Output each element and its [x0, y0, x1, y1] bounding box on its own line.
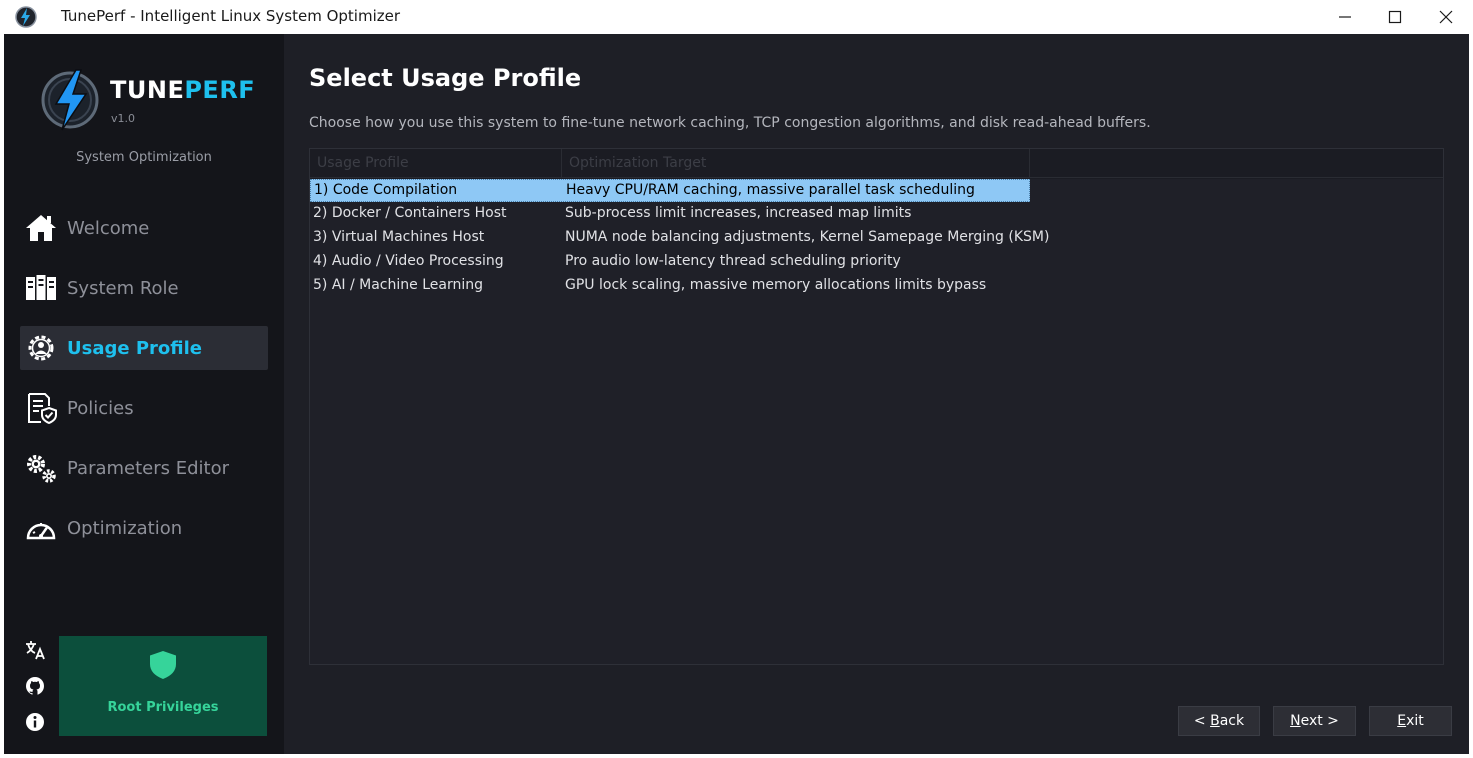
sidebar: TUNEPERF v1.0 System Optimization Welcom…: [4, 34, 284, 754]
sidebar-item-label: Optimization: [67, 517, 183, 539]
next-button[interactable]: Next >: [1273, 706, 1356, 736]
target-cell: NUMA node balancing adjustments, Kernel …: [565, 229, 1050, 245]
language-button[interactable]: [22, 637, 48, 663]
brand-name-part2: PERF: [184, 76, 256, 104]
target-cell: Heavy CPU/RAM caching, massive parallel …: [566, 182, 975, 198]
app-window: TUNEPERF v1.0 System Optimization Welcom…: [4, 34, 1469, 754]
profile-cell: 5) AI / Machine Learning: [313, 277, 483, 293]
user-gear-icon: [24, 331, 58, 365]
translate-icon: [26, 641, 45, 660]
brand-name-part1: TUNE: [110, 76, 185, 104]
exit-button[interactable]: Exit: [1369, 706, 1452, 736]
info-button[interactable]: [22, 709, 48, 735]
next-button-mnemonic: N: [1290, 713, 1301, 729]
sidebar-item-optimization[interactable]: Optimization: [20, 506, 268, 550]
sidebar-item-welcome[interactable]: Welcome: [20, 206, 268, 250]
target-cell: GPU lock scaling, massive memory allocat…: [565, 277, 987, 293]
profile-cell: 1) Code Compilation: [314, 182, 458, 198]
maximize-button[interactable]: [1370, 0, 1420, 34]
github-button[interactable]: [22, 673, 48, 699]
app-logo-icon: [14, 5, 38, 29]
sidebar-item-usage-profile[interactable]: Usage Profile: [20, 326, 268, 370]
back-button-mnemonic: B: [1210, 713, 1220, 729]
target-cell: Pro audio low-latency thread scheduling …: [565, 253, 901, 269]
profile-cell: 3) Virtual Machines Host: [313, 229, 485, 245]
gears-icon: [24, 451, 58, 485]
target-cell: Sub-process limit increases, increased m…: [565, 205, 912, 221]
sidebar-item-label: Usage Profile: [67, 337, 202, 359]
github-icon: [26, 677, 44, 695]
policy-icon: [24, 391, 58, 425]
info-icon: [26, 713, 44, 731]
sidebar-item-label: Parameters Editor: [67, 457, 230, 479]
sidebar-item-label: Welcome: [67, 217, 150, 239]
exit-button-mnemonic: E: [1397, 713, 1407, 729]
close-button[interactable]: [1421, 0, 1471, 34]
sidebar-item-policies[interactable]: Policies: [20, 386, 268, 430]
table-header: Usage Profile Optimization Target: [310, 149, 1443, 178]
sidebar-item-system-role[interactable]: System Role: [20, 266, 268, 310]
table-row[interactable]: 1) Code Compilation Heavy CPU/RAM cachin…: [310, 179, 1030, 202]
sidebar-item-parameters-editor[interactable]: Parameters Editor: [20, 446, 268, 490]
shield-icon: [149, 650, 177, 684]
back-button-rest: ack: [1219, 713, 1245, 729]
table-body: 1) Code Compilation Heavy CPU/RAM cachin…: [310, 179, 1443, 664]
profile-cell: 4) Audio / Video Processing: [313, 253, 504, 269]
version-label: v1.0: [111, 112, 136, 125]
root-privileges-label: Root Privileges: [107, 700, 219, 715]
brand-subtitle: System Optimization: [76, 150, 212, 165]
column-header-usage-profile[interactable]: Usage Profile: [310, 149, 562, 178]
table-row[interactable]: 4) Audio / Video Processing Pro audio lo…: [310, 251, 1030, 274]
close-icon: [1439, 10, 1453, 24]
tuneperf-logo-icon: [40, 68, 100, 132]
server-icon: [24, 271, 58, 305]
profile-cell: 2) Docker / Containers Host: [313, 205, 507, 221]
exit-button-rest: xit: [1406, 713, 1424, 729]
page-title: Select Usage Profile: [309, 64, 582, 92]
sidebar-item-label: Policies: [67, 397, 134, 419]
title-bar: TunePerf - Intelligent Linux System Opti…: [0, 0, 1473, 34]
brand-name: TUNEPERF: [110, 76, 255, 104]
next-button-rest: ext >: [1300, 713, 1339, 729]
table-row[interactable]: 3) Virtual Machines Host NUMA node balan…: [310, 227, 1049, 250]
minimize-button[interactable]: [1320, 0, 1370, 34]
window-title: TunePerf - Intelligent Linux System Opti…: [61, 7, 401, 25]
main-content: Select Usage Profile Choose how you use …: [284, 34, 1469, 754]
maximize-icon: [1388, 10, 1402, 24]
page-description: Choose how you use this system to fine-t…: [309, 115, 1151, 131]
back-button[interactable]: < Back: [1178, 706, 1260, 736]
minimize-icon: [1339, 16, 1351, 18]
table-row[interactable]: 5) AI / Machine Learning GPU lock scalin…: [310, 275, 1030, 298]
back-button-prefix: <: [1193, 713, 1211, 729]
home-icon: [24, 211, 58, 245]
gauge-icon: [24, 511, 58, 545]
column-header-optimization-target[interactable]: Optimization Target: [562, 149, 1030, 178]
sidebar-item-label: System Role: [67, 277, 179, 299]
root-privileges-status: Root Privileges: [59, 636, 267, 736]
table-row[interactable]: 2) Docker / Containers Host Sub-process …: [310, 203, 1030, 226]
usage-profile-table[interactable]: Usage Profile Optimization Target 1) Cod…: [309, 148, 1444, 665]
